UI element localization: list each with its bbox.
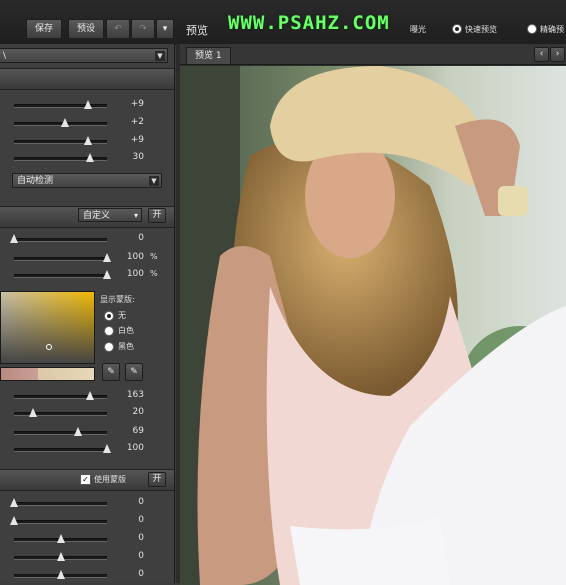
slider-value: 100 [126, 269, 144, 279]
fast-preview-label: 快速预览 [465, 25, 497, 34]
mask-option-radio[interactable] [104, 342, 114, 352]
slider-handle[interactable] [84, 136, 93, 145]
slider-handle[interactable] [10, 498, 18, 507]
preview-title: 预览 [186, 24, 208, 37]
redo-button[interactable]: ↷ [131, 19, 155, 39]
slider-track[interactable] [14, 104, 107, 108]
precise-preview-radio[interactable] [527, 24, 537, 34]
slider-track[interactable] [14, 238, 107, 242]
precise-preview-label: 精确预 [540, 25, 564, 34]
slider-track[interactable] [14, 448, 107, 452]
slider-handle[interactable] [86, 391, 95, 400]
mask-option-radio[interactable] [104, 326, 114, 336]
slider-handle[interactable] [56, 552, 65, 561]
eyedropper-minus-button[interactable]: ✎ [125, 363, 143, 381]
adjustment-panel: \ ▼ +9 +2 +9 30 自动检测 ▼ 自定义 ▾ 开 0 100% 100% 显示… [0, 44, 175, 583]
hue-strip[interactable] [0, 367, 95, 381]
slider-value: 100 [126, 443, 144, 453]
filter-dropdown-text: \ [3, 51, 7, 61]
mask-option-label: 无 [118, 311, 126, 320]
chevron-down-icon: ▼ [155, 51, 165, 61]
chevron-down-icon: ▼ [149, 176, 159, 186]
tab-scroll-left-button[interactable]: ‹ [534, 47, 549, 62]
slider-track[interactable] [14, 431, 107, 435]
slider-unit: % [150, 252, 158, 261]
slider-value: 69 [132, 426, 144, 436]
eyedropper-button[interactable]: ✎ [102, 363, 120, 381]
slider-handle[interactable] [84, 100, 93, 109]
preset-button[interactable]: 预设 [68, 19, 104, 39]
top-toolbar: 保存 预设 ↶ ↷ ▾ 预览 WWW.PSAHZ.COM 曝光 快速预览 精确预 [0, 0, 566, 45]
show-mask-label: 显示蒙版: [100, 295, 135, 304]
slider-value: 100 [126, 252, 144, 262]
slider-handle[interactable] [10, 234, 18, 243]
tab-scroll-right-button[interactable]: › [550, 47, 565, 62]
slider-track[interactable] [14, 274, 107, 278]
use-mask-label: 使用蒙版 [94, 475, 126, 484]
save-button[interactable]: 保存 [26, 19, 62, 39]
undo-button[interactable]: ↶ [106, 19, 130, 39]
fast-preview-radio[interactable] [452, 24, 462, 34]
slider-handle[interactable] [10, 516, 18, 525]
slider-value: +2 [130, 117, 144, 127]
preview-tab-bar: 预览 1 ‹ › [180, 44, 566, 65]
slider-track[interactable] [14, 520, 107, 524]
toolbar-menu-button[interactable]: ▾ [156, 19, 174, 39]
slider-track[interactable] [14, 502, 107, 506]
redo-icon: ↷ [139, 24, 147, 34]
slider-handle[interactable] [74, 427, 83, 436]
auto-detect-dropdown[interactable]: 自动检测 ▼ [12, 173, 162, 188]
panel3-toggle-button[interactable]: 开 [148, 472, 166, 487]
slider-value: +9 [130, 135, 144, 145]
chevron-down-icon: ▾ [162, 24, 168, 34]
exposure-label: 曝光 [410, 25, 426, 34]
slider-handle[interactable] [61, 118, 70, 127]
slider-value: 0 [138, 569, 144, 579]
slider-handle[interactable] [28, 408, 37, 417]
watermark-text: WWW.PSAHZ.COM [228, 12, 390, 34]
slider-value: 0 [138, 233, 144, 243]
color-picker-cursor [46, 344, 52, 350]
slider-track[interactable] [14, 257, 107, 261]
slider-handle[interactable] [56, 570, 65, 579]
mode-label: 自定义 [83, 211, 111, 221]
chevron-left-icon: ‹ [539, 49, 544, 59]
chevron-right-icon: › [555, 49, 560, 59]
section-header-1 [0, 68, 174, 90]
slider-track[interactable] [14, 140, 107, 144]
mask-option-label: 白色 [118, 326, 134, 335]
eyedropper-icon: ✎ [107, 367, 115, 377]
slider-unit: % [150, 269, 158, 278]
mode-dropdown[interactable]: 自定义 ▾ [78, 208, 142, 222]
filter-dropdown[interactable]: \ ▼ [0, 48, 168, 63]
slider-value: 163 [126, 390, 144, 400]
color-picker-swatch[interactable] [0, 291, 95, 364]
slider-handle[interactable] [86, 153, 95, 162]
tab-preview-1[interactable]: 预览 1 [186, 47, 231, 64]
slider-value: 20 [132, 407, 144, 417]
use-mask-checkbox[interactable]: ✓ [80, 474, 91, 485]
slider-value: 0 [138, 497, 144, 507]
panel2-toggle-button[interactable]: 开 [148, 208, 166, 223]
mask-option-radio[interactable] [104, 311, 114, 321]
preview-area: 预览 1 ‹ › [180, 44, 566, 585]
chevron-down-icon: ▾ [133, 211, 138, 220]
slider-value: +9 [130, 99, 144, 109]
slider-value: 0 [138, 551, 144, 561]
slider-handle[interactable] [56, 534, 65, 543]
mask-option-label: 黑色 [118, 342, 134, 351]
slider-value: 30 [132, 152, 144, 162]
eyedropper-minus-icon: ✎ [130, 367, 138, 377]
slider-value: 0 [138, 533, 144, 543]
preview-photo [180, 66, 566, 585]
undo-icon: ↶ [114, 24, 122, 34]
auto-detect-label: 自动检测 [17, 176, 54, 186]
slider-value: 0 [138, 515, 144, 525]
